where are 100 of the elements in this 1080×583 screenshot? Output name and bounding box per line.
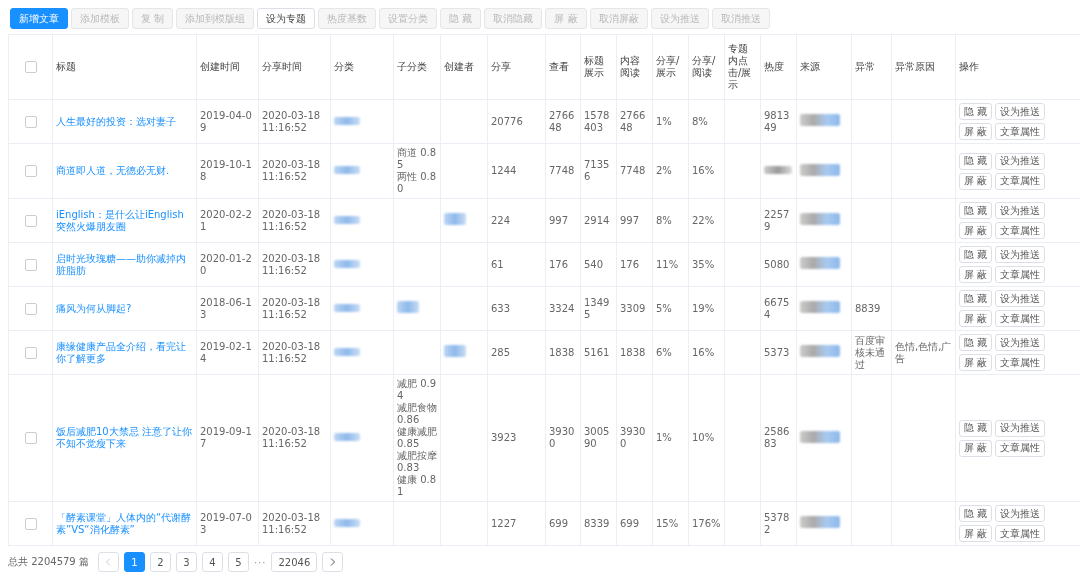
table-cell: 健康 0.81 [397, 474, 437, 498]
table-cell: 3324 [549, 302, 575, 314]
toolbar-button[interactable]: 设为专题 [257, 8, 316, 29]
action-button[interactable]: 屏 蔽 [959, 439, 993, 457]
table-cell: 53782 [764, 511, 790, 535]
column-header: 热度 [764, 61, 784, 72]
action-button[interactable]: 文章属性 [995, 172, 1046, 190]
action-button[interactable]: 文章属性 [995, 266, 1046, 283]
page-button[interactable]: 3 [175, 552, 197, 572]
page-button[interactable]: 5 [227, 552, 249, 572]
action-button[interactable]: 隐 藏 [959, 103, 993, 120]
table-cell: 2020-03-18 11:16:52 [262, 159, 321, 182]
action-button[interactable]: 隐 藏 [959, 152, 993, 170]
table-cell: 5161 [584, 346, 610, 358]
action-button[interactable]: 隐 藏 [959, 202, 993, 219]
next-page-button[interactable] [322, 552, 344, 572]
table-cell: 两性 0.80 [397, 171, 437, 195]
checkbox[interactable] [24, 258, 37, 271]
table-cell: 减肥 0.94 [397, 378, 437, 402]
action-button[interactable]: 文章属性 [995, 310, 1046, 327]
table-cell: 285 [491, 346, 511, 358]
action-button[interactable]: 设为推送 [995, 246, 1046, 263]
table-cell: 540 [584, 258, 604, 270]
action-button[interactable]: 屏 蔽 [959, 354, 993, 371]
table-cell: 19% [692, 302, 715, 314]
checkbox[interactable] [24, 115, 37, 128]
table-cell: 2020-03-18 11:16:52 [262, 340, 321, 364]
column-header: 内容阅读 [620, 55, 640, 78]
table-cell: 13495 [584, 296, 610, 320]
table-cell: 2020-03-18 11:16:52 [262, 426, 321, 449]
table-cell: 2019-09-17 [200, 426, 252, 449]
column-header: 专题内点击/展示 [728, 43, 752, 90]
action-button[interactable]: 文章属性 [995, 439, 1046, 457]
column-header: 异常原因 [895, 61, 935, 72]
table-cell: 981349 [764, 109, 790, 133]
table-cell: 色情,色情,广告 [895, 340, 952, 364]
table-cell: 2% [656, 165, 672, 176]
table-cell: 6% [656, 346, 672, 358]
action-button[interactable]: 屏 蔽 [959, 172, 993, 190]
action-button[interactable]: 设为推送 [995, 290, 1046, 307]
checkbox[interactable] [24, 214, 37, 227]
action-button[interactable]: 隐 藏 [959, 419, 993, 437]
action-button[interactable]: 屏 蔽 [959, 266, 993, 283]
table-cell: 1% [656, 115, 672, 127]
table-cell: 224 [491, 214, 511, 226]
checkbox[interactable] [24, 432, 37, 444]
column-header: 子分类 [397, 61, 427, 72]
action-button[interactable]: 屏 蔽 [959, 222, 993, 239]
action-button[interactable]: 设为推送 [995, 334, 1046, 351]
table-cell: 5% [656, 302, 672, 314]
action-button[interactable]: 隐 藏 [959, 505, 993, 522]
table-cell: 997 [620, 214, 640, 226]
action-button[interactable]: 隐 藏 [959, 290, 993, 307]
table-cell: 1578403 [584, 109, 610, 133]
action-button[interactable]: 设为推送 [995, 103, 1046, 120]
table-cell: 633 [491, 302, 511, 314]
table-cell: 7748 [620, 165, 646, 176]
page-button[interactable]: 4 [201, 552, 223, 572]
table-cell: 1% [656, 432, 672, 443]
column-header: 异常 [855, 61, 875, 72]
table-cell: 3923 [491, 432, 517, 443]
action-button[interactable]: 隐 藏 [959, 246, 993, 263]
table-cell: 5080 [764, 258, 790, 270]
table-cell: 2019-04-09 [200, 109, 252, 133]
column-header: 操作 [959, 61, 979, 72]
table-cell: 2020-03-18 11:16:52 [262, 208, 321, 232]
action-button[interactable]: 屏 蔽 [959, 310, 993, 327]
table-cell: 减肥食物 0.86 [397, 402, 437, 426]
table-cell: 699 [620, 517, 640, 529]
action-button[interactable]: 文章属性 [995, 525, 1046, 542]
table-cell: 2018-06-13 [200, 296, 252, 320]
action-button[interactable]: 设为推送 [995, 419, 1046, 437]
table-cell: 3309 [620, 302, 646, 314]
table-cell: 2914 [584, 214, 610, 226]
table-cell: 1244 [491, 165, 517, 176]
table-cell: 2020-03-18 11:16:52 [262, 511, 321, 535]
checkbox[interactable] [24, 61, 37, 73]
action-button[interactable]: 文章属性 [995, 123, 1046, 140]
action-button[interactable]: 隐 藏 [959, 334, 993, 351]
action-button[interactable]: 设为推送 [995, 505, 1046, 522]
action-button[interactable]: 文章属性 [995, 222, 1046, 239]
checkbox[interactable] [24, 165, 37, 177]
table-cell: 300590 [584, 426, 610, 449]
checkbox[interactable] [24, 302, 37, 315]
checkbox[interactable] [24, 517, 37, 530]
action-button[interactable]: 设为推送 [995, 202, 1046, 219]
column-header: 分类 [334, 61, 354, 72]
column-header: 查看 [549, 61, 569, 72]
action-button[interactable]: 屏 蔽 [959, 123, 993, 140]
table-cell: 百度审核未通过 [855, 334, 885, 370]
action-button[interactable]: 文章属性 [995, 354, 1046, 371]
table-cell: 2019-07-03 [200, 511, 252, 535]
page-button[interactable]: 2 [149, 552, 171, 572]
checkbox[interactable] [24, 346, 37, 359]
table-cell: 2019-10-18 [200, 159, 252, 182]
action-button[interactable]: 设为推送 [995, 152, 1046, 170]
page-button[interactable]: 22046 [271, 552, 318, 572]
column-header: 标题 [56, 61, 76, 72]
column-header: 分享 [491, 61, 511, 72]
action-button[interactable]: 屏 蔽 [959, 525, 993, 542]
